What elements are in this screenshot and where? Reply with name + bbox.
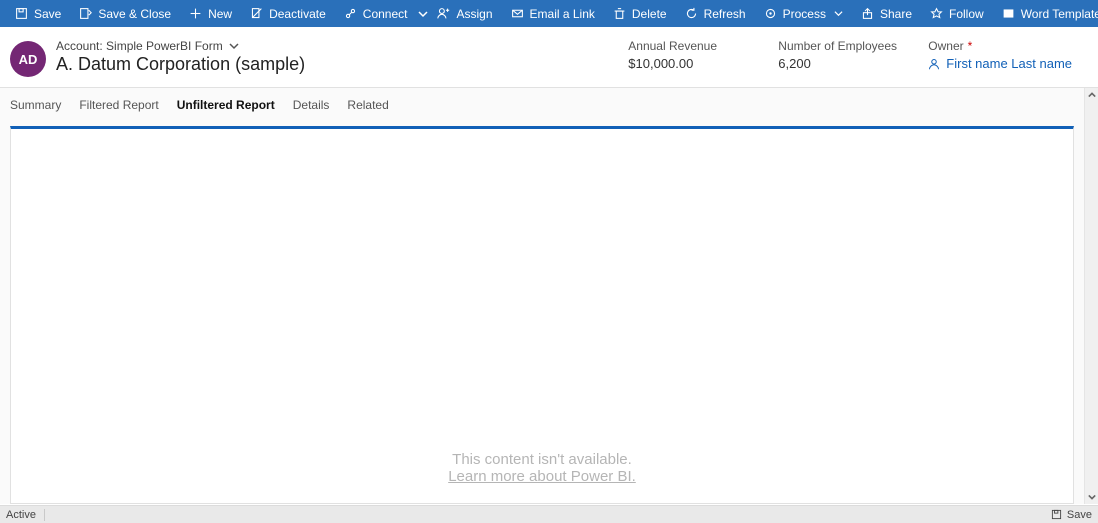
command-bar: Save Save & Close New Deactivate Connect… bbox=[0, 0, 1098, 27]
process-icon bbox=[764, 7, 777, 20]
refresh-icon bbox=[685, 7, 698, 20]
scrollbar[interactable] bbox=[1084, 116, 1098, 504]
tabs-area: Summary Filtered Report Unfiltered Repor… bbox=[0, 88, 1098, 116]
process-button[interactable]: Process bbox=[755, 0, 852, 27]
save-close-label: Save & Close bbox=[98, 7, 171, 21]
save-close-button[interactable]: Save & Close bbox=[70, 0, 180, 27]
avatar: AD bbox=[10, 41, 46, 77]
divider bbox=[44, 509, 45, 521]
page-title: A. Datum Corporation (sample) bbox=[56, 54, 396, 75]
assign-label: Assign bbox=[456, 7, 492, 21]
save-button[interactable]: Save bbox=[6, 0, 70, 27]
delete-icon bbox=[613, 7, 626, 20]
powerbi-report-container: This content isn't available. Learn more… bbox=[10, 126, 1074, 504]
deactivate-icon bbox=[250, 7, 263, 20]
annual-revenue-label: Annual Revenue bbox=[628, 39, 750, 53]
share-icon bbox=[861, 7, 874, 20]
connect-label: Connect bbox=[363, 7, 408, 21]
chevron-up-icon bbox=[1088, 91, 1096, 99]
connect-dropdown[interactable] bbox=[418, 0, 428, 27]
word-templates-button[interactable]: Word Templates bbox=[993, 0, 1098, 27]
status-save-label: Save bbox=[1067, 509, 1092, 521]
deactivate-label: Deactivate bbox=[269, 7, 326, 21]
email-link-button[interactable]: Email a Link bbox=[502, 0, 604, 27]
learn-more-link[interactable]: Learn more about Power BI. bbox=[448, 468, 636, 485]
record-header: AD Account: Simple PowerBI Form A. Datum… bbox=[0, 27, 1098, 88]
refresh-label: Refresh bbox=[704, 7, 746, 21]
chevron-down-icon bbox=[834, 9, 843, 18]
chevron-down-icon bbox=[418, 9, 428, 19]
field-owner: Owner* First name Last name bbox=[914, 39, 1086, 71]
scroll-down-button[interactable] bbox=[1085, 490, 1098, 504]
save-close-icon bbox=[79, 7, 92, 20]
scrollbar[interactable] bbox=[1084, 88, 1098, 116]
delete-button[interactable]: Delete bbox=[604, 0, 676, 27]
field-employees: Number of Employees 6,200 bbox=[764, 39, 914, 71]
star-icon bbox=[930, 7, 943, 20]
share-button[interactable]: Share bbox=[852, 0, 921, 27]
annual-revenue-value[interactable]: $10,000.00 bbox=[628, 56, 750, 71]
connect-button[interactable]: Connect bbox=[335, 0, 417, 27]
follow-label: Follow bbox=[949, 7, 984, 21]
assign-button[interactable]: Assign bbox=[428, 0, 501, 27]
chevron-down-icon bbox=[1088, 493, 1096, 501]
owner-label: Owner* bbox=[928, 39, 1072, 53]
save-label: Save bbox=[34, 7, 61, 21]
avatar-initials: AD bbox=[19, 52, 38, 67]
delete-label: Delete bbox=[632, 7, 667, 21]
deactivate-button[interactable]: Deactivate bbox=[241, 0, 335, 27]
person-icon bbox=[928, 58, 940, 70]
required-indicator: * bbox=[968, 39, 973, 53]
follow-button[interactable]: Follow bbox=[921, 0, 993, 27]
breadcrumb: Account: Simple PowerBI Form bbox=[56, 39, 223, 53]
field-annual-revenue: Annual Revenue $10,000.00 bbox=[614, 39, 764, 71]
email-link-label: Email a Link bbox=[530, 7, 595, 21]
status-save-button[interactable]: Save bbox=[1051, 509, 1092, 521]
new-label: New bbox=[208, 7, 232, 21]
record-state: Active bbox=[6, 509, 36, 521]
assign-icon bbox=[437, 7, 450, 20]
save-icon bbox=[15, 7, 28, 20]
word-templates-label: Word Templates bbox=[1021, 7, 1098, 21]
plus-icon bbox=[189, 7, 202, 20]
email-icon bbox=[511, 7, 524, 20]
owner-name: First name Last name bbox=[946, 56, 1072, 71]
word-icon bbox=[1002, 7, 1015, 20]
chevron-down-icon bbox=[229, 41, 239, 51]
scroll-up-button[interactable] bbox=[1085, 88, 1098, 102]
share-label: Share bbox=[880, 7, 912, 21]
refresh-button[interactable]: Refresh bbox=[676, 0, 755, 27]
employees-value[interactable]: 6,200 bbox=[778, 56, 900, 71]
owner-value[interactable]: First name Last name bbox=[928, 56, 1072, 71]
employees-label: Number of Employees bbox=[778, 39, 900, 53]
unavailable-text: This content isn't available. bbox=[448, 451, 636, 468]
title-block: Account: Simple PowerBI Form A. Datum Co… bbox=[56, 39, 396, 75]
process-label: Process bbox=[783, 7, 826, 21]
save-icon bbox=[1051, 509, 1062, 520]
new-button[interactable]: New bbox=[180, 0, 241, 27]
unavailable-message: This content isn't available. Learn more… bbox=[448, 451, 636, 503]
connect-icon bbox=[344, 7, 357, 20]
form-selector[interactable]: Account: Simple PowerBI Form bbox=[56, 39, 396, 53]
status-bar: Active Save bbox=[0, 505, 1098, 523]
content-area: This content isn't available. Learn more… bbox=[0, 116, 1098, 504]
